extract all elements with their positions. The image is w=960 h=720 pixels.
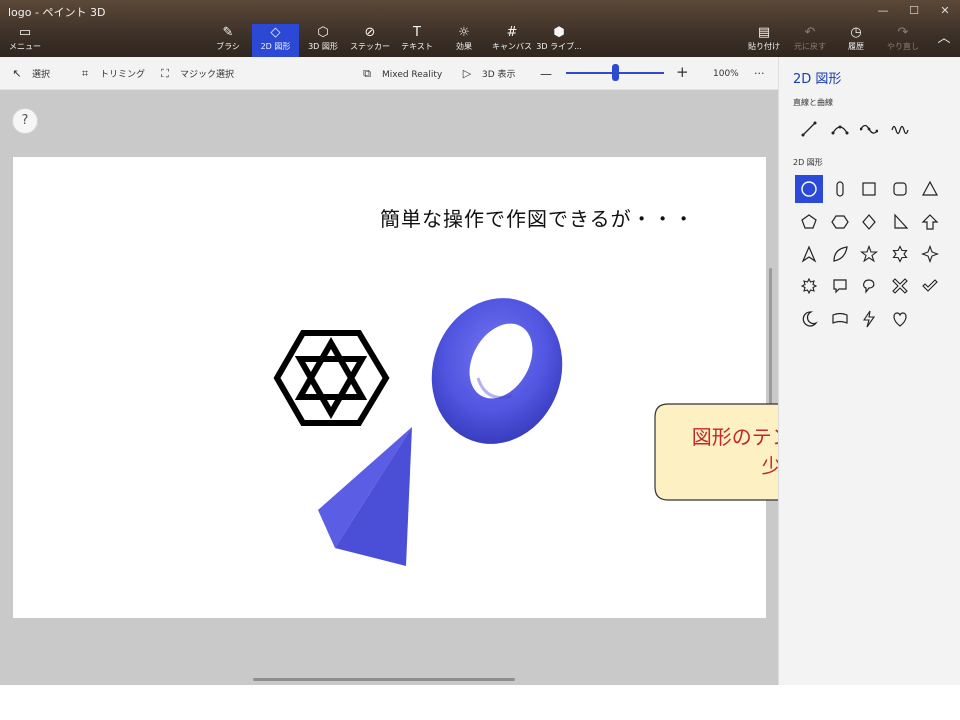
lines-section-label: 直線と曲線: [793, 98, 833, 107]
shape-circle[interactable]: [795, 175, 823, 203]
star-5-icon: [860, 245, 878, 263]
curve-2-tool[interactable]: [855, 115, 883, 143]
lightning-icon: [862, 310, 876, 328]
shape-speech-oval[interactable]: [855, 272, 883, 300]
shape-moon[interactable]: [795, 305, 823, 333]
burst-icon: [800, 277, 818, 295]
shape-arrowhead[interactable]: [795, 240, 823, 268]
banner-icon: [832, 312, 848, 324]
line-tool[interactable]: [795, 115, 823, 143]
moon-icon: [802, 311, 818, 327]
check-icon: [922, 279, 938, 292]
curve-3-tool[interactable]: [886, 115, 914, 143]
hexagram-shape[interactable]: [273, 330, 390, 426]
shapes-panel: [778, 57, 960, 685]
shape-hexagon[interactable]: [826, 208, 854, 236]
shape-check[interactable]: [916, 272, 944, 300]
arrowhead-icon: [801, 245, 817, 263]
shape-star-6[interactable]: [886, 240, 914, 268]
panel-title: 2D 図形: [793, 72, 842, 87]
footer-area: [0, 685, 960, 720]
shape-rounded-square[interactable]: [886, 175, 914, 203]
shape-heart[interactable]: [886, 305, 914, 333]
rounded-square-icon: [893, 182, 907, 196]
shape-triangle[interactable]: [916, 175, 944, 203]
shape-banner[interactable]: [826, 305, 854, 333]
diamond-icon: [862, 214, 876, 230]
star-6-icon: [892, 245, 908, 263]
square-icon: [862, 182, 876, 196]
shape-diamond[interactable]: [855, 208, 883, 236]
hexagon-icon: [831, 215, 849, 229]
shape-star-4[interactable]: [916, 240, 944, 268]
right-triangle-icon: [894, 213, 909, 229]
paint-3d-window: logo - ペイント 3D — ☐ ✕ ▭ メニュー ✎ ブラシ ◇ 2D 図…: [0, 0, 960, 720]
curve-1-tool[interactable]: [826, 115, 854, 143]
shape-leaf[interactable]: [826, 240, 854, 268]
star-4-icon: [921, 245, 939, 263]
speech-oval-icon: [863, 279, 875, 294]
curve-2-icon: [860, 124, 878, 134]
shape-burst[interactable]: [795, 272, 823, 300]
shape-speech-rect[interactable]: [826, 272, 854, 300]
shape-star-5[interactable]: [855, 240, 883, 268]
triangle-icon: [921, 180, 939, 196]
shape-square[interactable]: [855, 175, 883, 203]
shape-pentagon[interactable]: [795, 208, 823, 236]
heart-icon: [893, 312, 907, 327]
shape-cross[interactable]: [886, 272, 914, 300]
torus-shape[interactable]: [412, 280, 583, 463]
curve-1-icon: [831, 125, 849, 135]
shape-right-triangle[interactable]: [886, 208, 914, 236]
ellipse-icon: [836, 181, 844, 197]
leaf-icon: [833, 246, 848, 262]
pyramid-shape[interactable]: [318, 427, 412, 566]
shapes-section-label: 2D 図形: [793, 158, 823, 167]
cross-icon: [892, 278, 908, 294]
speech-rect-icon: [833, 279, 847, 294]
shape-ellipse[interactable]: [826, 175, 854, 203]
line-icon: [801, 121, 817, 137]
circle-icon: [801, 181, 817, 197]
shape-lightning[interactable]: [855, 305, 883, 333]
curve-3-icon: [891, 125, 909, 135]
pentagon-icon: [801, 214, 817, 229]
shape-arrow-up[interactable]: [916, 208, 944, 236]
arrow-up-icon: [921, 214, 939, 230]
